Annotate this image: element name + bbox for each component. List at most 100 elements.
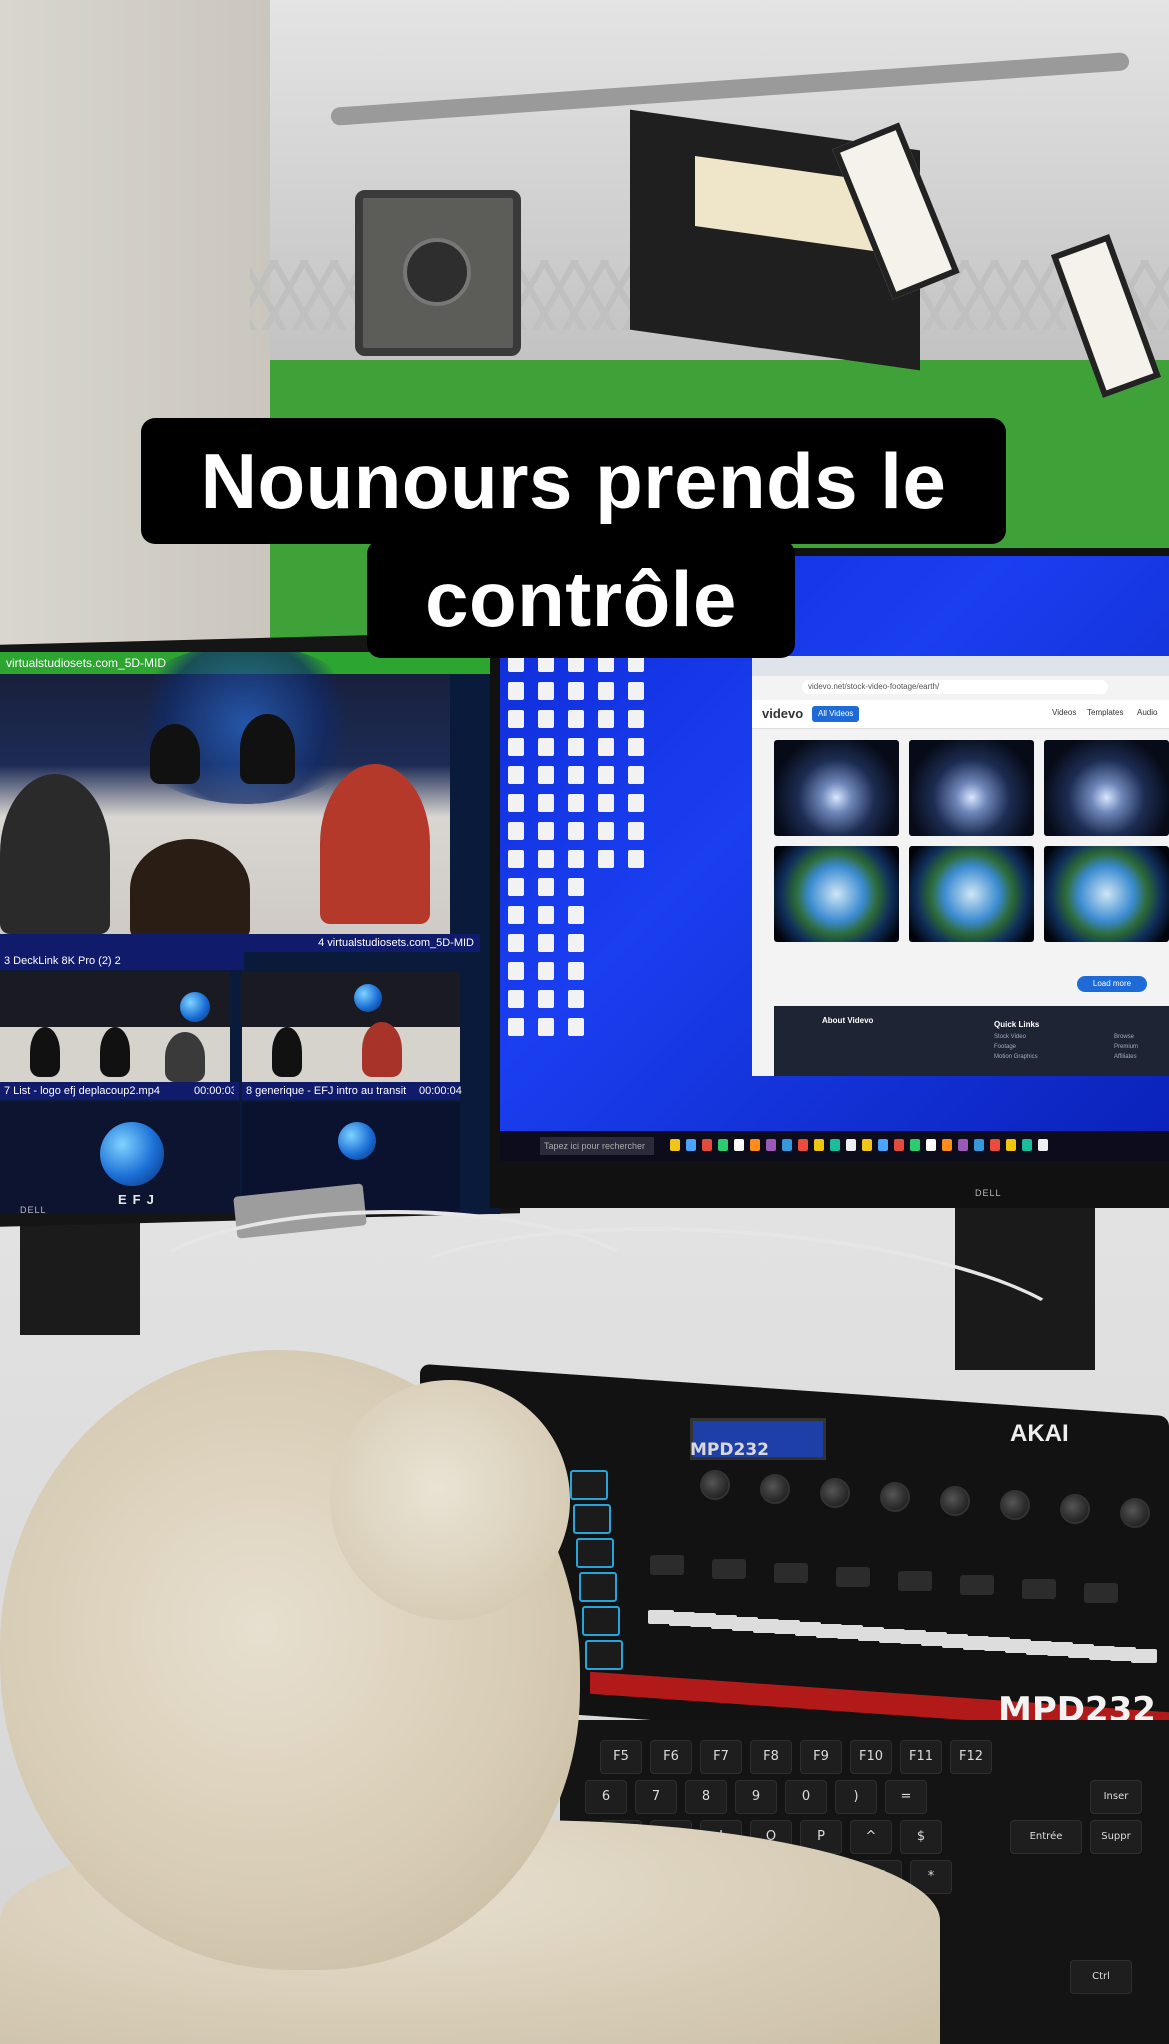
desktop-file-icon[interactable] (508, 794, 524, 812)
browser-window[interactable]: videvo.net/stock-video-footage/earth/ vi… (752, 656, 1169, 1076)
mpd-pad-button[interactable] (1131, 1649, 1157, 1664)
desktop-file-icon[interactable] (568, 766, 584, 784)
taskbar-app-icon[interactable] (862, 1139, 872, 1151)
mpd-pad[interactable] (579, 1572, 617, 1602)
keyboard-key[interactable]: 8 (685, 1780, 727, 1814)
browser-url-bar[interactable]: videvo.net/stock-video-footage/earth/ (802, 680, 1108, 694)
main-camera-view[interactable] (0, 652, 450, 939)
desktop-file-icon[interactable] (538, 794, 554, 812)
taskbar-app-icon[interactable] (974, 1139, 984, 1151)
mpd-pad[interactable] (573, 1504, 611, 1534)
desktop-file-icon[interactable] (508, 682, 524, 700)
cam-7-preview[interactable]: EFJ (0, 1102, 240, 1214)
video-tile[interactable] (774, 846, 899, 942)
desktop-file-icon[interactable] (568, 990, 584, 1008)
desktop-file-icon[interactable] (568, 1018, 584, 1036)
desktop-file-icon[interactable] (598, 738, 614, 756)
desktop-file-icon[interactable] (508, 934, 524, 952)
keyboard-key[interactable]: 9 (735, 1780, 777, 1814)
footer-link[interactable]: Stock Video (994, 1034, 1026, 1040)
mpd-knob[interactable] (820, 1478, 850, 1508)
footer-link[interactable]: Motion Graphics (994, 1054, 1038, 1060)
desktop-file-icon[interactable] (538, 766, 554, 784)
mpd-fader[interactable] (1084, 1583, 1118, 1603)
keyboard-key[interactable]: Ctrl (1070, 1960, 1132, 1994)
mpd-fader[interactable] (650, 1555, 684, 1575)
desktop-file-icon[interactable] (538, 906, 554, 924)
video-tile[interactable] (774, 740, 899, 836)
desktop-file-icon[interactable] (628, 850, 644, 868)
browser-tab-bar[interactable] (752, 656, 1169, 676)
footer-link[interactable]: Premium (1114, 1044, 1138, 1050)
keyboard-key[interactable]: F8 (750, 1740, 792, 1774)
keyboard-key[interactable]: F10 (850, 1740, 892, 1774)
footer-link[interactable]: Affiliates (1114, 1054, 1137, 1060)
taskbar-app-icon[interactable] (702, 1139, 712, 1151)
mpd-knob[interactable] (1000, 1490, 1030, 1520)
desktop-file-icon[interactable] (538, 962, 554, 980)
keyboard-key[interactable]: F5 (600, 1740, 642, 1774)
mpd-fader[interactable] (898, 1571, 932, 1591)
videvo-logo[interactable]: videvo (762, 706, 803, 721)
taskbar-app-icon[interactable] (766, 1139, 776, 1151)
mpd-pad[interactable] (570, 1470, 608, 1500)
keyboard-key[interactable]: 7 (635, 1780, 677, 1814)
desktop-file-icon[interactable] (628, 682, 644, 700)
taskbar-app-icon[interactable] (718, 1139, 728, 1151)
desktop-file-icon[interactable] (538, 990, 554, 1008)
mpd-pad[interactable] (576, 1538, 614, 1568)
taskbar-app-icon[interactable] (846, 1139, 856, 1151)
mpd-knob[interactable] (1060, 1494, 1090, 1524)
desktop-file-icon[interactable] (508, 710, 524, 728)
taskbar-app-icon[interactable] (814, 1139, 824, 1151)
desktop-file-icon[interactable] (568, 738, 584, 756)
keyboard-key[interactable]: F7 (700, 1740, 742, 1774)
taskbar-app-icon[interactable] (1006, 1139, 1016, 1151)
keyboard-key[interactable]: F9 (800, 1740, 842, 1774)
desktop-file-icon[interactable] (568, 962, 584, 980)
desktop-file-icon[interactable] (598, 766, 614, 784)
video-tile[interactable] (909, 846, 1034, 942)
desktop-file-icon[interactable] (508, 822, 524, 840)
desktop-file-icon[interactable] (508, 738, 524, 756)
desktop-file-icon[interactable] (598, 794, 614, 812)
mpd-fader[interactable] (960, 1575, 994, 1595)
keyboard-key[interactable]: F12 (950, 1740, 992, 1774)
taskbar-app-icon[interactable] (670, 1139, 680, 1151)
mpd-pad[interactable] (585, 1640, 623, 1670)
desktop-file-icon[interactable] (538, 822, 554, 840)
desktop-file-icon[interactable] (568, 794, 584, 812)
desktop-file-icon[interactable] (508, 990, 524, 1008)
keyboard-key[interactable]: Inser (1090, 1780, 1142, 1814)
desktop-file-icon[interactable] (538, 934, 554, 952)
footer-link[interactable]: Footage (994, 1044, 1016, 1050)
mpd-knob[interactable] (760, 1474, 790, 1504)
keyboard-key[interactable]: ) (835, 1780, 877, 1814)
nav-link-videos[interactable]: Videos (1052, 708, 1076, 717)
mpd-fader[interactable] (774, 1563, 808, 1583)
desktop-file-icon[interactable] (568, 710, 584, 728)
keyboard-key[interactable]: Entrée (1010, 1820, 1082, 1854)
desktop-file-icon[interactable] (628, 766, 644, 784)
mpd-knob[interactable] (880, 1482, 910, 1512)
mpd-knob[interactable] (940, 1486, 970, 1516)
taskbar-app-icon[interactable] (782, 1139, 792, 1151)
desktop-file-icon[interactable] (538, 738, 554, 756)
nav-link-templates[interactable]: Templates (1087, 708, 1123, 717)
desktop-file-icon[interactable] (508, 1018, 524, 1036)
taskbar-app-icon[interactable] (990, 1139, 1000, 1151)
desktop-file-icon[interactable] (568, 934, 584, 952)
keyboard-key[interactable]: $ (900, 1820, 942, 1854)
mpd-knob[interactable] (1120, 1498, 1150, 1528)
nav-link-audio[interactable]: Audio (1137, 708, 1157, 717)
cam-4-thumbnail[interactable] (242, 972, 460, 1082)
keyboard-key[interactable]: = (885, 1780, 927, 1814)
desktop-file-icon[interactable] (598, 710, 614, 728)
taskbar-app-icon[interactable] (910, 1139, 920, 1151)
taskbar-app-icon[interactable] (958, 1139, 968, 1151)
keyboard-key[interactable]: ^ (850, 1820, 892, 1854)
desktop-file-icon[interactable] (598, 682, 614, 700)
desktop-file-icon[interactable] (568, 822, 584, 840)
desktop-file-icon[interactable] (568, 850, 584, 868)
video-tile[interactable] (909, 740, 1034, 836)
